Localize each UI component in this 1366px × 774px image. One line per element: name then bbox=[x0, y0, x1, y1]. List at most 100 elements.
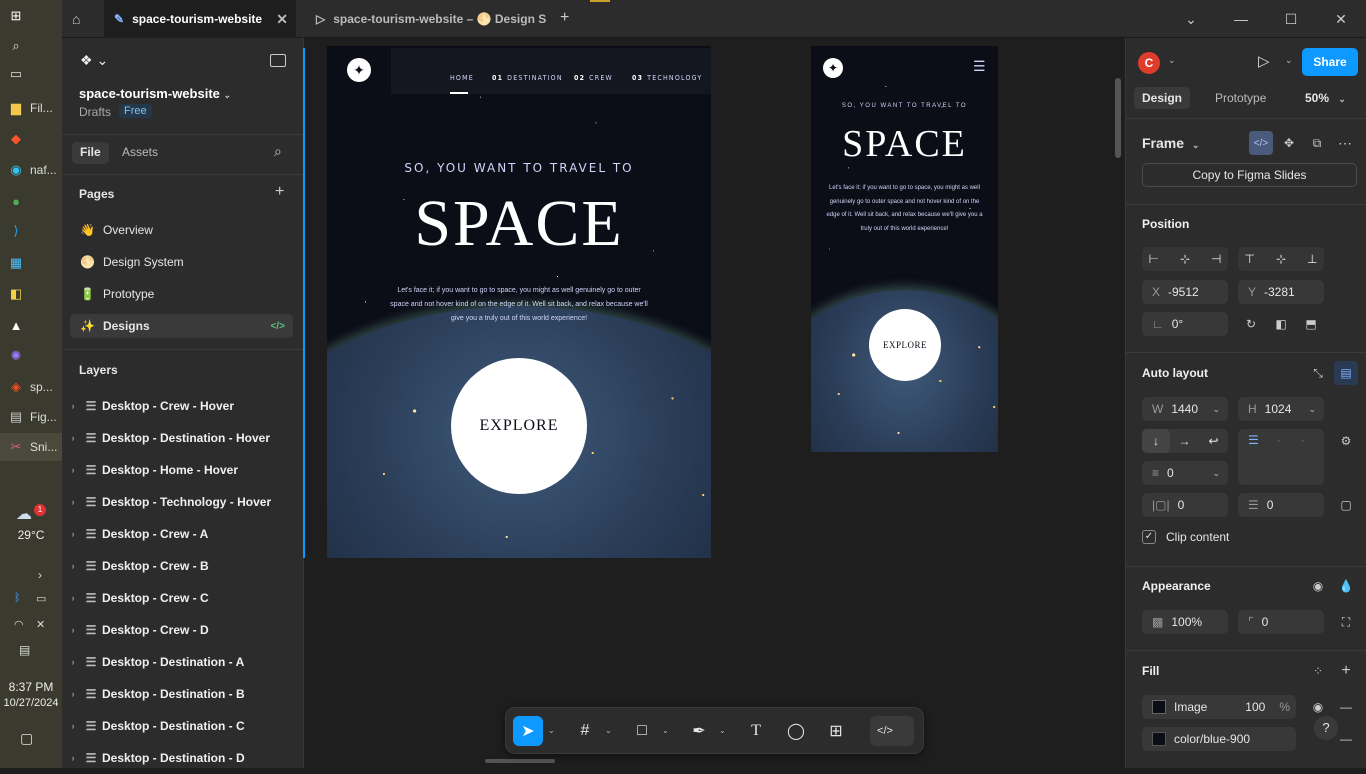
add-fill-icon[interactable]: + bbox=[1334, 659, 1358, 683]
hamburger-menu-icon[interactable]: ☰ bbox=[973, 58, 986, 75]
x-input[interactable]: X -9512 bbox=[1142, 280, 1228, 304]
python-icon[interactable]: ◧ bbox=[0, 280, 62, 308]
blend-mode-icon[interactable]: 💧 bbox=[1334, 574, 1358, 598]
page-item-prototype[interactable]: 🔋 Prototype bbox=[70, 282, 293, 306]
chevron-down-icon[interactable]: ⌄ bbox=[1166, 0, 1216, 38]
collapse-icon[interactable]: ⤡ bbox=[1306, 361, 1330, 385]
wrap-direction-icon[interactable]: ↩ bbox=[1199, 434, 1228, 448]
tab-file[interactable]: File bbox=[72, 142, 109, 164]
desktop-home-frame[interactable]: ✦ HOME 01 DESTINATION 02 CREW 03 TECHNOLOGY… bbox=[327, 46, 711, 558]
store-icon[interactable]: ▦ bbox=[0, 249, 62, 277]
horizontal-direction-icon[interactable]: → bbox=[1170, 434, 1199, 448]
chevron-down-icon[interactable]: ⌄ bbox=[1285, 55, 1293, 66]
padding-vertical-input[interactable]: ☰ 0 bbox=[1238, 493, 1324, 517]
layer-item[interactable]: › ☰ Desktop - Crew - D bbox=[62, 614, 304, 646]
align-right-icon[interactable]: ⊣ bbox=[1211, 252, 1221, 266]
present-play-icon[interactable]: ▷ bbox=[1258, 52, 1270, 70]
figma-window-taskbar-item[interactable]: ▤ Fig... bbox=[0, 403, 62, 431]
remove-fill-icon[interactable]: — bbox=[1334, 695, 1358, 719]
search-icon[interactable]: ⌕ bbox=[0, 32, 62, 60]
actions-tool-icon[interactable]: ⊞ bbox=[821, 716, 851, 746]
windows-start-icon[interactable]: ⊞ bbox=[0, 2, 62, 30]
snipping-tool-taskbar-item[interactable]: ✂ Sni... bbox=[0, 433, 62, 461]
battery-icon[interactable]: ▭ bbox=[36, 592, 46, 605]
sidebar-toggle-icon[interactable] bbox=[270, 54, 286, 67]
tab-design-system[interactable]: ▷ space-tourism-website – 🌕 Design S bbox=[306, 0, 546, 38]
eye-icon[interactable]: ◉ bbox=[1306, 574, 1330, 598]
chevron-down-icon[interactable]: ⌄ bbox=[548, 726, 555, 735]
padding-horizontal-input[interactable]: |▢| 0 bbox=[1142, 493, 1228, 517]
layer-item[interactable]: › ☰ Desktop - Destination - C bbox=[62, 710, 304, 742]
canvas-scrollbar[interactable] bbox=[1115, 78, 1121, 158]
layer-item[interactable]: › ☰ Desktop - Destination - B bbox=[62, 678, 304, 710]
explore-button[interactable]: EXPLORE bbox=[451, 358, 587, 494]
chevron-down-icon[interactable]: ⌄ bbox=[719, 726, 726, 735]
remove-fill-icon[interactable]: — bbox=[1334, 727, 1358, 751]
chevron-down-icon[interactable]: ⌄ bbox=[605, 726, 612, 735]
zoom-level[interactable]: 50% ⌄ bbox=[1305, 91, 1346, 105]
new-tab-icon[interactable]: + bbox=[560, 9, 569, 27]
nav-home[interactable]: HOME bbox=[450, 74, 474, 82]
alignment-grid[interactable]: ☰ · · bbox=[1238, 429, 1324, 485]
logo-star-icon[interactable]: ✦ bbox=[823, 58, 843, 78]
align-top-icon[interactable]: ⊤ bbox=[1245, 252, 1255, 266]
logo-star-icon[interactable]: ✦ bbox=[347, 58, 371, 82]
figma-app-taskbar-item[interactable]: ◈ sp... bbox=[0, 373, 62, 401]
tab-active-file[interactable]: ✎ space-tourism-website ✕ bbox=[104, 0, 296, 38]
tab-prototype[interactable]: Prototype bbox=[1215, 91, 1266, 105]
home-icon[interactable]: ⌂ bbox=[72, 11, 80, 27]
chrome-icon[interactable]: ● bbox=[0, 187, 62, 215]
comment-tool-icon[interactable]: ◯ bbox=[781, 716, 811, 746]
brave-icon[interactable]: ◆ bbox=[0, 125, 62, 153]
tab-assets[interactable]: Assets bbox=[122, 145, 158, 159]
text-tool-icon[interactable]: T bbox=[741, 716, 771, 746]
close-tab-icon[interactable]: ✕ bbox=[276, 11, 288, 28]
wifi-icon[interactable]: ◠ bbox=[14, 618, 24, 631]
task-view-icon[interactable]: ▭ bbox=[0, 60, 62, 88]
clock-date[interactable]: 10/27/2024 bbox=[0, 697, 62, 709]
app-icon[interactable]: ▲ bbox=[0, 311, 62, 339]
boolean-icon[interactable]: ⧉ bbox=[1305, 131, 1329, 155]
nav-destination[interactable]: 01 DESTINATION bbox=[492, 74, 563, 82]
search-icon[interactable]: ⌕ bbox=[274, 143, 282, 160]
pen-tool-icon[interactable]: ✒ bbox=[684, 716, 714, 746]
autolayout-settings-icon[interactable]: ⚙ bbox=[1334, 429, 1358, 453]
close-window-button[interactable]: ✕ bbox=[1316, 0, 1366, 38]
flip-vertical-icon[interactable]: ⬒ bbox=[1299, 312, 1323, 336]
vscode-icon[interactable]: ⟩ bbox=[0, 217, 62, 245]
vertical-direction-icon[interactable]: ↓ bbox=[1142, 429, 1170, 453]
align-center-v-icon[interactable]: ⊹ bbox=[1276, 252, 1286, 266]
canvas[interactable]: ✦ HOME 01 DESTINATION 02 CREW 03 TECHNOLOGY… bbox=[305, 38, 1125, 768]
nav-crew[interactable]: 02 CREW bbox=[574, 74, 613, 82]
frame-type-selector[interactable]: Frame ⌄ bbox=[1142, 135, 1199, 151]
frame-tool-icon[interactable]: # bbox=[570, 716, 600, 746]
align-bottom-icon[interactable]: ⊥ bbox=[1307, 252, 1317, 266]
height-input[interactable]: H 1024 ⌄ bbox=[1238, 397, 1324, 421]
corner-radius-input[interactable]: ⌜ 0 bbox=[1238, 610, 1324, 634]
align-center-h-icon[interactable]: ⊹ bbox=[1180, 252, 1190, 266]
layer-item[interactable]: › ☰ Desktop - Home - Hover bbox=[62, 454, 304, 486]
rotate-icon[interactable]: ↻ bbox=[1239, 312, 1263, 336]
layer-item[interactable]: › ☰ Desktop - Crew - B bbox=[62, 550, 304, 582]
page-item-overview[interactable]: 👋 Overview bbox=[70, 218, 293, 242]
keyboard-icon[interactable]: ▤ bbox=[19, 643, 30, 657]
drafts-label[interactable]: Drafts bbox=[79, 105, 111, 119]
fill-image-row[interactable]: Image 100 % bbox=[1142, 695, 1296, 719]
align-left-icon[interactable]: ⊢ bbox=[1149, 252, 1159, 266]
nav-technology[interactable]: 03 TECHNOLOGY bbox=[632, 74, 702, 82]
more-options-icon[interactable]: ⋯ bbox=[1333, 131, 1357, 155]
gap-input[interactable]: ≡ 0 ⌄ bbox=[1142, 461, 1228, 485]
clock-time[interactable]: 8:37 PM bbox=[0, 680, 62, 694]
explore-button[interactable]: EXPLORE bbox=[869, 309, 941, 381]
chevron-down-icon[interactable]: ⌄ bbox=[1168, 55, 1176, 66]
independent-corners-icon[interactable]: ⛶ bbox=[1334, 610, 1358, 634]
layer-item[interactable]: › ☰ Desktop - Crew - A bbox=[62, 518, 304, 550]
page-item-designs[interactable]: ✨ Designs </> bbox=[70, 314, 293, 338]
page-item-design-system[interactable]: 🌕 Design System bbox=[70, 250, 293, 274]
layer-item[interactable]: › ☰ Desktop - Destination - A bbox=[62, 646, 304, 678]
y-input[interactable]: Y -3281 bbox=[1238, 280, 1324, 304]
flip-horizontal-icon[interactable]: ◧ bbox=[1269, 312, 1293, 336]
layer-item[interactable]: › ☰ Desktop - Destination - Hover bbox=[62, 422, 304, 454]
share-button[interactable]: Share bbox=[1302, 48, 1358, 76]
padding-individual-icon[interactable]: ▢ bbox=[1334, 493, 1358, 517]
